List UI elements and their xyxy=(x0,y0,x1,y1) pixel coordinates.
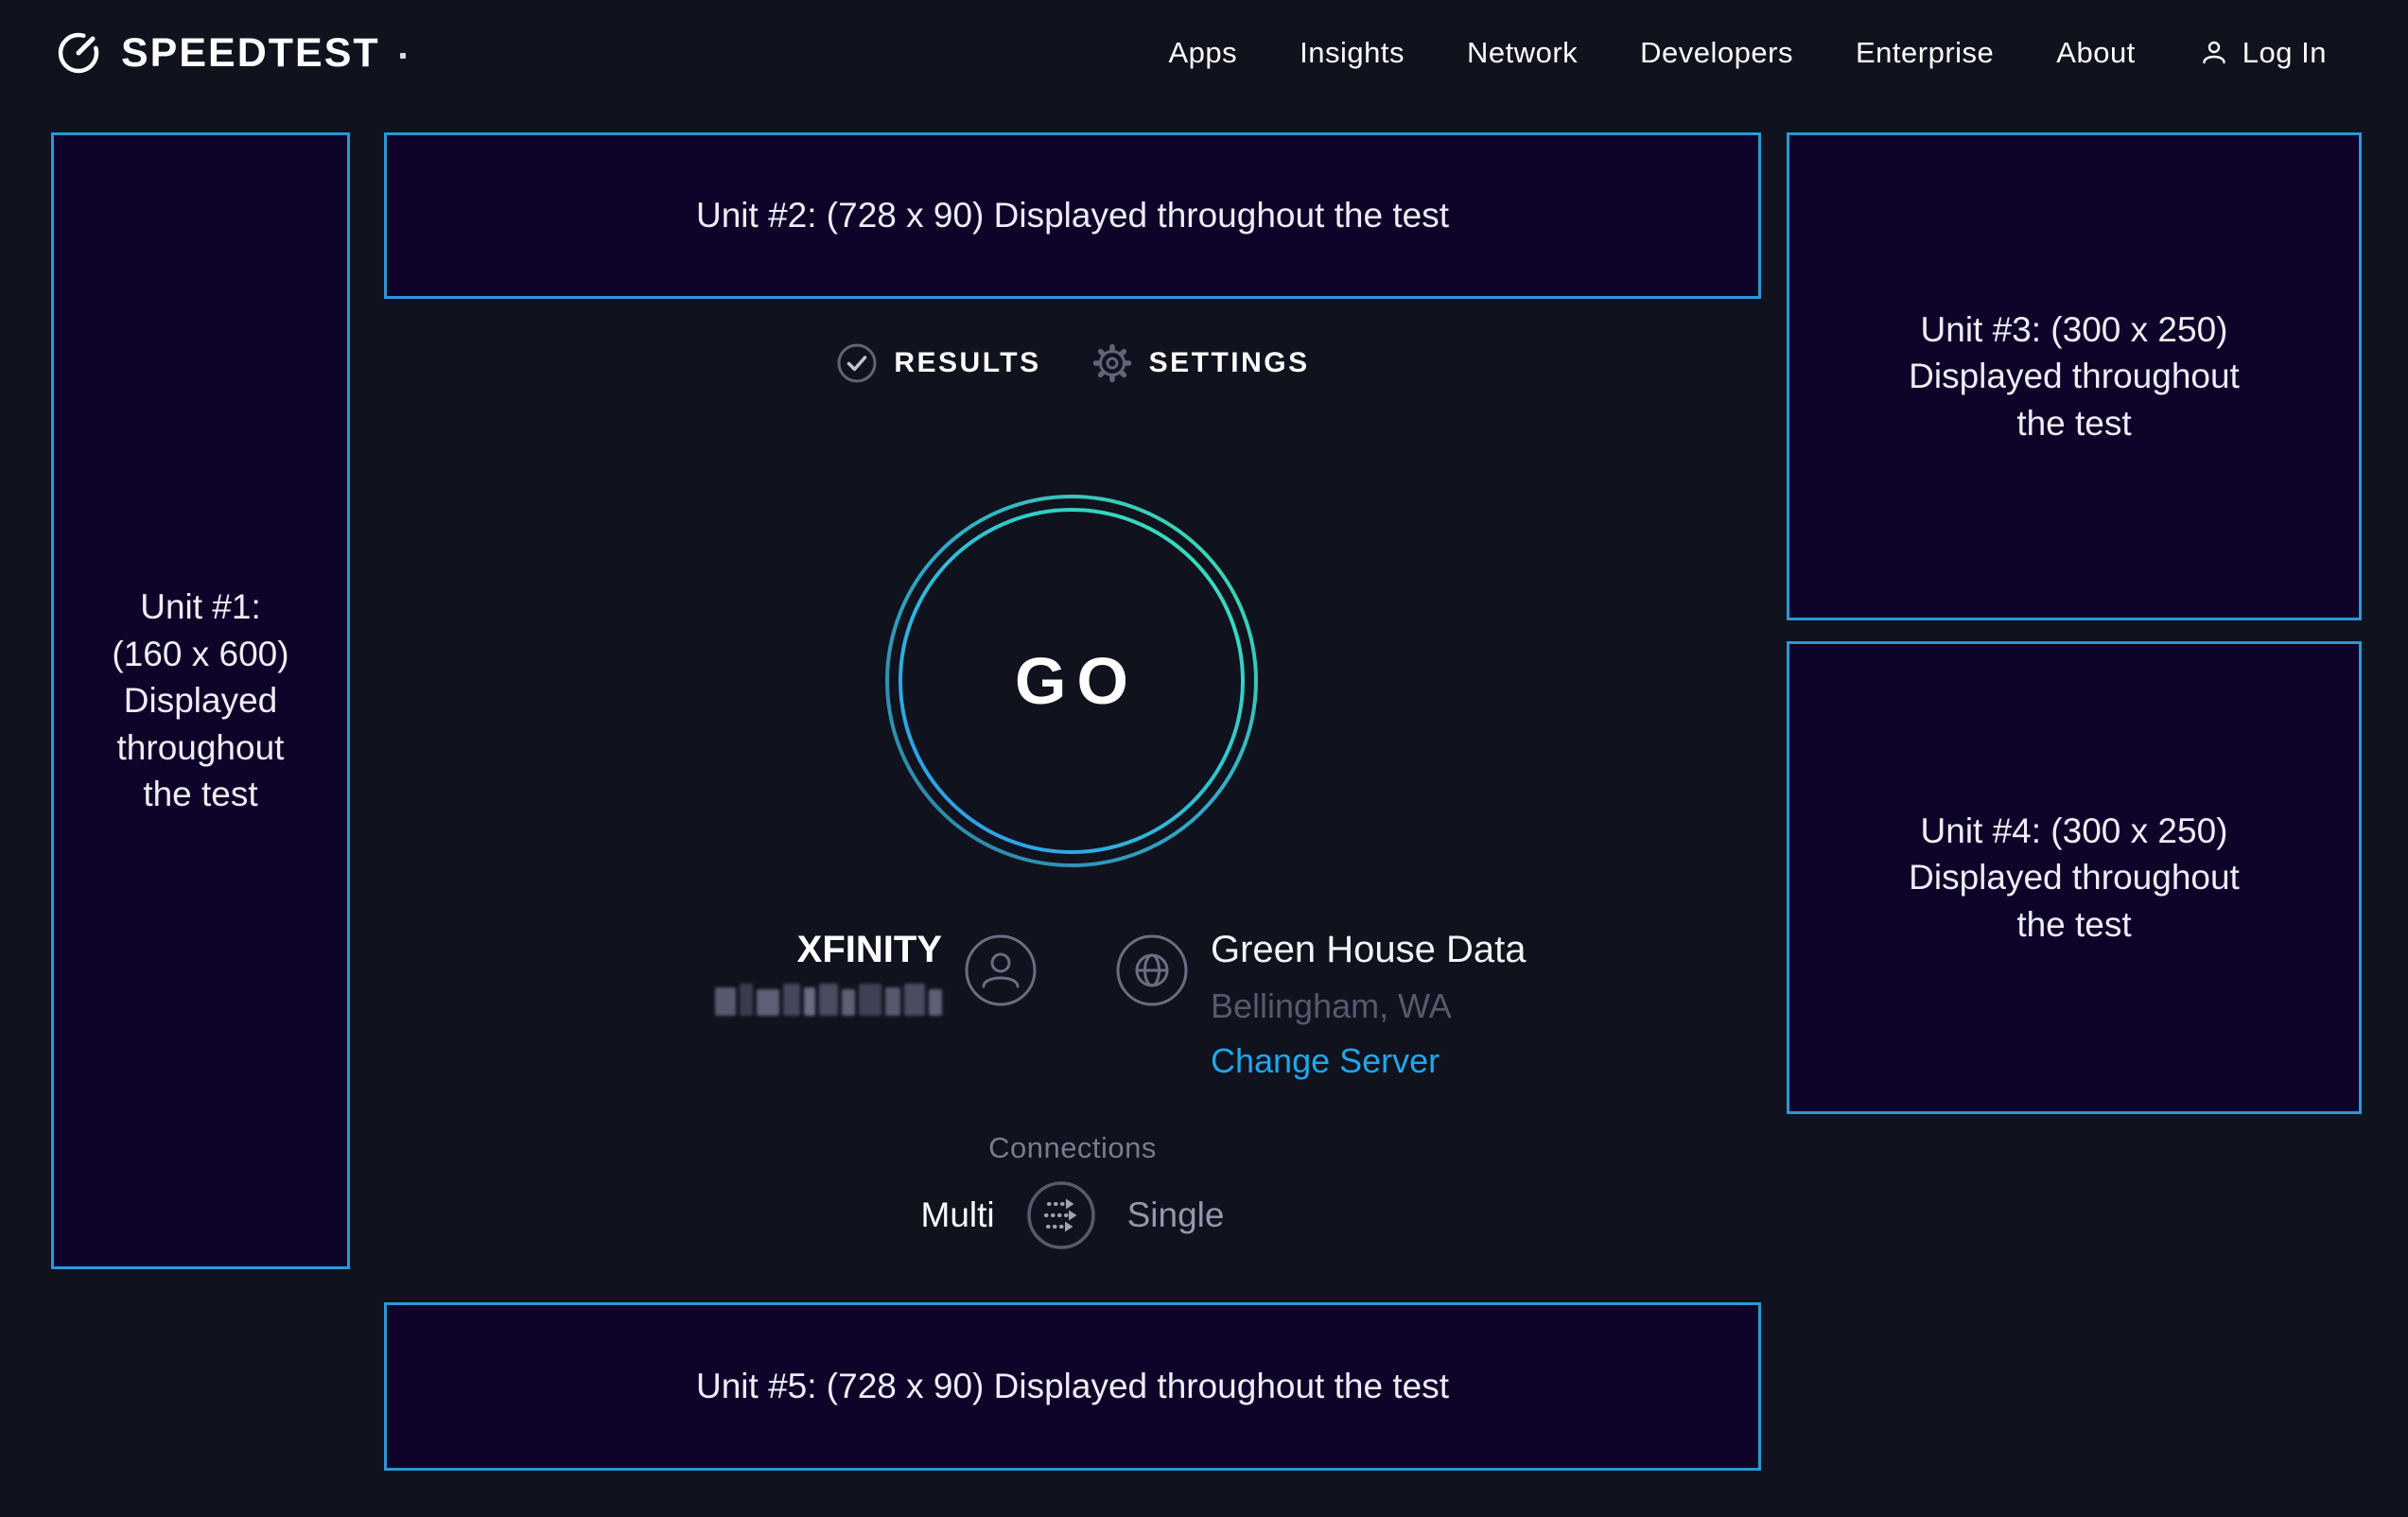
multi-connections-icon xyxy=(1023,1177,1099,1253)
nav-item-enterprise[interactable]: Enterprise xyxy=(1856,36,1994,70)
change-server-link[interactable]: Change Server xyxy=(1211,1040,1527,1082)
login-button[interactable]: Log In xyxy=(2198,36,2327,70)
connections-toggle[interactable] xyxy=(1023,1177,1099,1253)
person-circle-icon xyxy=(963,933,1038,1008)
server-name: Green House Data xyxy=(1211,927,1527,972)
connections-row: Multi Single xyxy=(384,1175,1761,1256)
nav-item-insights[interactable]: Insights xyxy=(1300,36,1405,70)
nav-item-network[interactable]: Network xyxy=(1467,36,1578,70)
server-location: Bellingham, WA xyxy=(1211,985,1527,1027)
brand-name: SPEEDTEST xyxy=(121,30,380,77)
masked-ip-address xyxy=(715,984,942,1016)
nav-links: Apps Insights Network Developers Enterpr… xyxy=(1168,36,2327,70)
gauge-icon xyxy=(53,27,104,78)
top-nav: SPEEDTEST Apps Insights Network Develope… xyxy=(0,0,2408,106)
server-block: Green House Data Bellingham, WA Change S… xyxy=(1073,927,1761,1082)
ad-unit-5-label: Unit #5: (728 x 90) Displayed throughout… xyxy=(696,1363,1449,1410)
user-icon xyxy=(2198,37,2230,69)
ad-unit-4-rectangle[interactable]: Unit #4: (300 x 250) Displayed throughou… xyxy=(1787,641,2362,1114)
ad-unit-1-skyscraper[interactable]: Unit #1: (160 x 600) Displayed throughou… xyxy=(51,132,350,1269)
connection-info-row: XFINITY xyxy=(384,927,1761,1082)
ad-unit-4-label: Unit #4: (300 x 250) Displayed throughou… xyxy=(1909,808,2240,949)
check-circle-icon xyxy=(835,341,879,385)
tab-settings[interactable]: SETTINGS xyxy=(1091,341,1310,385)
isp-user-badge xyxy=(963,933,1038,1082)
ad-unit-2-label: Unit #2: (728 x 90) Displayed throughout… xyxy=(696,192,1449,239)
isp-name: XFINITY xyxy=(797,927,942,972)
go-label: GO xyxy=(882,492,1261,870)
login-label: Log In xyxy=(2242,36,2327,70)
tab-settings-label: SETTINGS xyxy=(1149,347,1310,379)
isp-block: XFINITY xyxy=(384,927,1073,1082)
tab-results[interactable]: RESULTS xyxy=(835,341,1040,385)
globe-circle-icon xyxy=(1114,933,1190,1008)
gear-icon xyxy=(1091,341,1134,385)
nav-item-developers[interactable]: Developers xyxy=(1640,36,1793,70)
ad-unit-3-rectangle[interactable]: Unit #3: (300 x 250) Displayed throughou… xyxy=(1787,132,2362,620)
nav-item-apps[interactable]: Apps xyxy=(1168,36,1237,70)
trademark-mark xyxy=(400,53,406,59)
nav-item-about[interactable]: About xyxy=(2056,36,2136,70)
ad-unit-2-leaderboard[interactable]: Unit #2: (728 x 90) Displayed throughout… xyxy=(384,132,1761,299)
ad-unit-1-label: Unit #1: (160 x 600) Displayed throughou… xyxy=(112,584,288,818)
server-globe-badge xyxy=(1114,933,1190,1082)
speedtest-page: { "nav": { "brand": "SPEEDTEST", "links"… xyxy=(0,0,2408,1517)
ad-unit-5-leaderboard[interactable]: Unit #5: (728 x 90) Displayed throughout… xyxy=(384,1302,1761,1471)
connections-multi-option[interactable]: Multi xyxy=(921,1195,995,1235)
connections-single-option[interactable]: Single xyxy=(1127,1195,1225,1235)
connections-label: Connections xyxy=(384,1131,1761,1165)
test-tabs: RESULTS SETTINGS xyxy=(384,333,1761,393)
speedtest-logo[interactable]: SPEEDTEST xyxy=(53,27,406,78)
ad-unit-3-label: Unit #3: (300 x 250) Displayed throughou… xyxy=(1909,306,2240,447)
go-button[interactable]: GO xyxy=(882,492,1261,870)
tab-results-label: RESULTS xyxy=(894,347,1040,379)
